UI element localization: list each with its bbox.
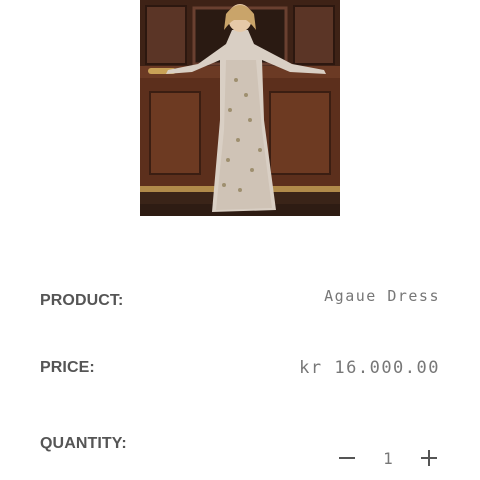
plus-icon <box>421 450 437 466</box>
increment-button[interactable] <box>418 447 440 469</box>
decrement-button[interactable] <box>336 447 358 469</box>
product-photo <box>140 0 340 216</box>
product-detail-page: PRODUCT: Agaue Dress PRICE: kr 16.000.00… <box>0 0 480 480</box>
product-label: PRODUCT: <box>40 292 124 309</box>
minus-icon <box>339 457 355 459</box>
product-photo-illustration <box>140 0 340 216</box>
quantity-value[interactable]: 1 <box>358 449 418 468</box>
quantity-stepper: 1 <box>336 444 440 472</box>
price-value: kr 16.000.00 <box>299 358 440 378</box>
product-name: Agaue Dress <box>324 287 440 305</box>
quantity-label: QUANTITY: <box>40 435 127 452</box>
price-label: PRICE: <box>40 359 95 376</box>
